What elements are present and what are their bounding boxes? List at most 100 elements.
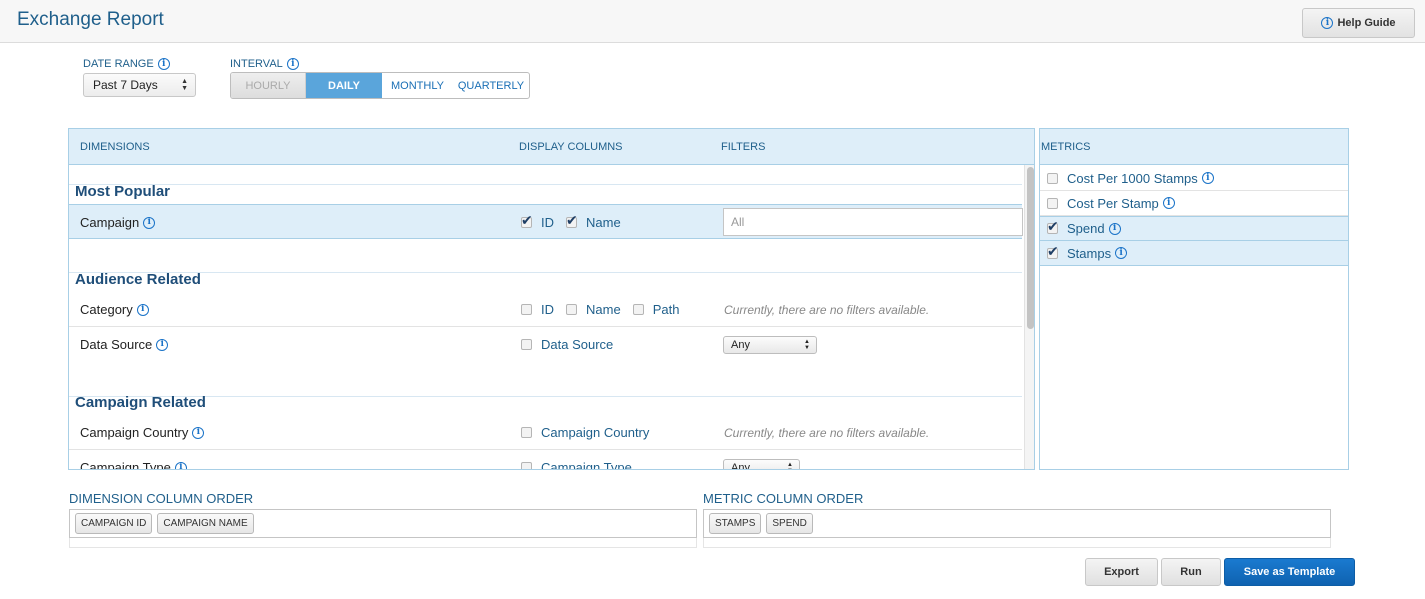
info-icon[interactable]: i bbox=[157, 58, 170, 70]
order-box-shadow bbox=[69, 538, 697, 548]
checkbox-metric[interactable] bbox=[1047, 197, 1058, 209]
chip-stamps[interactable]: STAMPS bbox=[709, 513, 762, 534]
help-guide-button[interactable]: i Help Guide bbox=[1302, 8, 1415, 38]
interval-label: INTERVAL i bbox=[230, 58, 299, 70]
campaign-filter-input[interactable]: All bbox=[723, 208, 1023, 236]
column-label[interactable]: Name bbox=[586, 215, 621, 230]
select-arrows-icon: ▲▼ bbox=[181, 78, 188, 92]
chip-spend[interactable]: SPEND bbox=[766, 513, 813, 534]
info-icon[interactable]: i bbox=[174, 461, 187, 469]
campaign-type-filter-select[interactable]: Any ▲▼ bbox=[723, 459, 800, 469]
order-box-shadow bbox=[703, 538, 1331, 548]
dimension-row-campaign[interactable]: Campaign i ID Name All bbox=[69, 204, 1023, 239]
filter-select-value: Any bbox=[731, 339, 750, 351]
section-divider bbox=[69, 184, 1022, 185]
dimension-row-category[interactable]: Category i ID Name Path Currently, there… bbox=[69, 292, 1022, 327]
display-columns: ID Name bbox=[521, 213, 633, 230]
checkbox-campaign-country[interactable] bbox=[521, 427, 532, 438]
section-title-audience-related: Audience Related bbox=[75, 271, 201, 288]
metric-spend[interactable]: Spend i bbox=[1040, 216, 1348, 241]
column-label[interactable]: ID bbox=[541, 215, 554, 230]
interval-toggle: HOURLY DAILY MONTHLY QUARTERLY bbox=[230, 72, 530, 99]
column-label[interactable]: Campaign Type bbox=[541, 460, 632, 469]
interval-monthly[interactable]: MONTHLY bbox=[382, 73, 453, 98]
checkbox-campaign-name[interactable] bbox=[566, 213, 578, 229]
chip-campaign-name[interactable]: CAMPAIGN NAME bbox=[157, 513, 254, 534]
dimension-row-campaign-country[interactable]: Campaign Country i Campaign Country Curr… bbox=[69, 415, 1022, 450]
dimension-name-text: Data Source bbox=[80, 337, 153, 352]
interval-quarterly[interactable]: QUARTERLY bbox=[453, 73, 529, 98]
column-label[interactable]: Name bbox=[586, 302, 621, 317]
filters-header-label: FILTERS bbox=[721, 141, 766, 153]
dimension-name: Campaign Type i bbox=[80, 460, 187, 470]
column-label[interactable]: ID bbox=[541, 302, 554, 317]
info-icon: i bbox=[1321, 17, 1334, 29]
checkbox-category-path[interactable] bbox=[632, 304, 644, 315]
display-columns: Data Source bbox=[521, 337, 625, 352]
info-icon[interactable]: i bbox=[1108, 222, 1121, 235]
checkbox-category-id[interactable] bbox=[521, 304, 532, 315]
metrics-header: METRICS bbox=[1040, 129, 1348, 165]
column-label[interactable]: Data Source bbox=[541, 337, 613, 352]
checkbox-metric[interactable] bbox=[1047, 219, 1059, 235]
metric-cost-per-stamp[interactable]: Cost Per Stamp i bbox=[1040, 191, 1348, 216]
dimension-name: Category i bbox=[80, 302, 149, 317]
info-icon[interactable]: i bbox=[143, 216, 156, 229]
data-source-filter-select[interactable]: Any ▲ ▼ bbox=[723, 336, 817, 354]
metric-label: Cost Per 1000 Stamps bbox=[1067, 170, 1198, 186]
dimension-name: Data Source i bbox=[80, 337, 169, 352]
dimension-row-campaign-type[interactable]: Campaign Type i Campaign Type Any ▲▼ bbox=[69, 450, 1022, 470]
dimension-column-order-label: DIMENSION COLUMN ORDER bbox=[69, 491, 254, 506]
display-columns: Campaign Type bbox=[521, 460, 644, 469]
chip-campaign-id[interactable]: CAMPAIGN ID bbox=[75, 513, 153, 534]
interval-label-text: INTERVAL bbox=[230, 58, 283, 70]
display-columns: Campaign Country bbox=[521, 425, 661, 440]
dimension-name-text: Campaign Country bbox=[80, 425, 189, 440]
metric-stamps[interactable]: Stamps i bbox=[1040, 241, 1348, 266]
select-arrows-icon: ▲▼ bbox=[787, 462, 793, 469]
checkbox-campaign-type[interactable] bbox=[521, 462, 532, 469]
column-label[interactable]: Campaign Country bbox=[541, 425, 649, 440]
date-range-select[interactable]: Past 7 Days ▲ ▼ bbox=[83, 73, 196, 97]
dimension-column-order: CAMPAIGN ID CAMPAIGN NAME bbox=[69, 509, 697, 538]
section-divider bbox=[69, 272, 1022, 273]
info-icon[interactable]: i bbox=[1115, 247, 1128, 259]
checkbox-metric[interactable] bbox=[1047, 172, 1058, 184]
dimensions-scrollbar[interactable] bbox=[1024, 165, 1034, 469]
interval-hourly[interactable]: HOURLY bbox=[231, 73, 306, 98]
info-icon[interactable]: i bbox=[1201, 172, 1214, 184]
dimension-name: Campaign i bbox=[80, 215, 156, 230]
scrollbar-thumb[interactable] bbox=[1027, 167, 1034, 329]
save-as-template-button[interactable]: Save as Template bbox=[1224, 558, 1355, 586]
info-icon[interactable]: i bbox=[136, 303, 149, 316]
checkbox-campaign-id[interactable] bbox=[521, 213, 533, 229]
display-columns-header-label: DISPLAY COLUMNS bbox=[519, 141, 623, 153]
interval-daily[interactable]: DAILY bbox=[306, 73, 382, 98]
export-button[interactable]: Export bbox=[1085, 558, 1158, 586]
info-icon[interactable]: i bbox=[286, 58, 299, 70]
dimensions-header-label: DIMENSIONS bbox=[80, 141, 150, 153]
checkbox-data-source[interactable] bbox=[521, 339, 532, 350]
dimension-name: Campaign Country i bbox=[80, 425, 205, 440]
metric-label: Stamps bbox=[1067, 245, 1112, 261]
info-icon[interactable]: i bbox=[192, 426, 205, 439]
metric-label: Spend bbox=[1067, 221, 1105, 236]
top-bar: Exchange Report i Help Guide bbox=[0, 0, 1425, 43]
checkbox-metric[interactable] bbox=[1047, 244, 1059, 260]
display-columns: ID Name Path bbox=[521, 302, 691, 317]
metric-column-order: STAMPS SPEND bbox=[703, 509, 1331, 538]
column-label[interactable]: Path bbox=[653, 302, 680, 317]
date-range-label-text: DATE RANGE bbox=[83, 58, 154, 70]
dimension-row-data-source[interactable]: Data Source i Data Source Any ▲ ▼ bbox=[69, 327, 1022, 362]
dimension-name-text: Category bbox=[80, 302, 133, 317]
checkbox-category-name[interactable] bbox=[566, 304, 577, 315]
dimensions-header: DIMENSIONS DISPLAY COLUMNS FILTERS bbox=[69, 129, 1034, 165]
metric-cost-per-1000-stamps[interactable]: Cost Per 1000 Stamps i bbox=[1040, 166, 1348, 191]
dimension-name-text: Campaign Type bbox=[80, 460, 171, 470]
section-title-campaign-related: Campaign Related bbox=[75, 394, 206, 411]
date-range-label: DATE RANGE i bbox=[83, 58, 170, 70]
run-button[interactable]: Run bbox=[1161, 558, 1221, 586]
info-icon[interactable]: i bbox=[1162, 197, 1175, 209]
select-arrows-icon: ▲▼ bbox=[804, 339, 810, 351]
info-icon[interactable]: i bbox=[156, 338, 169, 351]
